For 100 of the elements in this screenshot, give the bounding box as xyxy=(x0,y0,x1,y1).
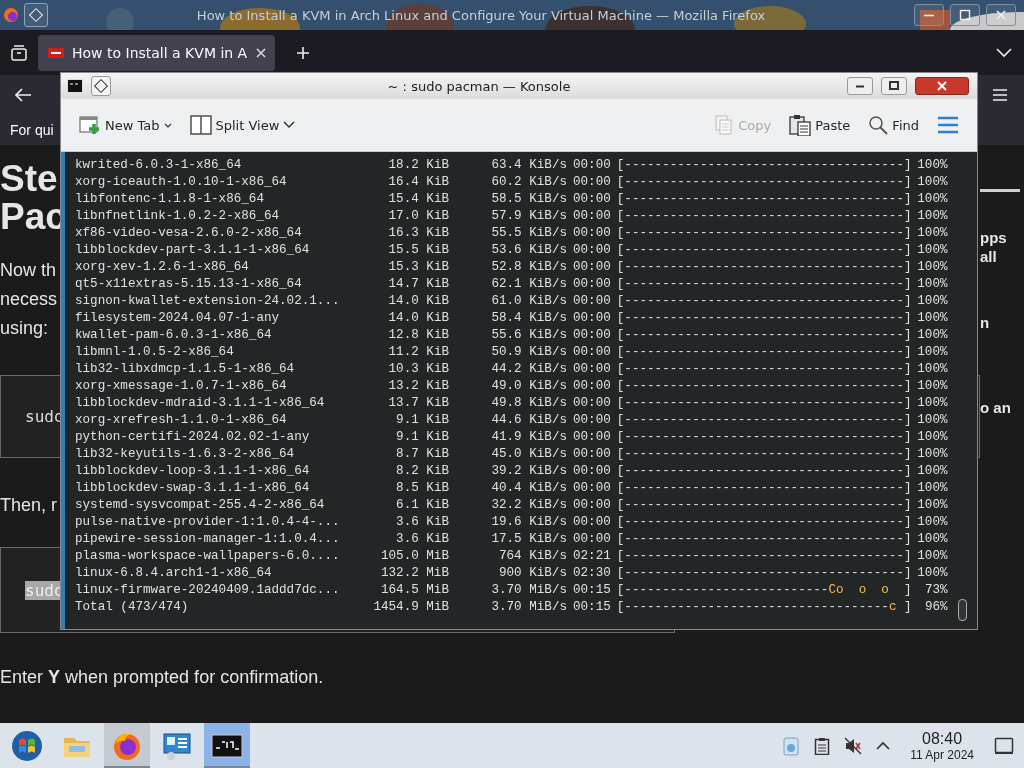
find-button[interactable]: Find xyxy=(866,112,921,138)
time-remaining: 00:00 xyxy=(573,480,611,497)
caret-up-icon[interactable] xyxy=(876,740,891,751)
progress-bar-text: [-------------------------------------] xyxy=(616,344,912,361)
download-size: 14.7 KiB xyxy=(387,276,449,293)
package-name: signon-kwallet-extension-24.02.1... xyxy=(75,293,341,310)
close-button[interactable] xyxy=(986,4,1016,26)
caret-icon xyxy=(163,122,172,128)
pin-button[interactable] xyxy=(24,3,48,27)
close-icon[interactable] xyxy=(255,46,268,59)
taskbar-button[interactable] xyxy=(204,723,250,768)
percent-text: 100% xyxy=(916,429,948,446)
plus-icon xyxy=(296,45,311,60)
time-remaining: 00:00 xyxy=(573,327,611,344)
package-name: qt5-x11extras-5.15.13-1-x86_64 xyxy=(75,276,303,293)
pin-button[interactable] xyxy=(91,76,111,96)
minimize-button[interactable] xyxy=(847,77,873,95)
paste-icon xyxy=(789,114,812,136)
paste-button[interactable]: Paste xyxy=(787,111,853,139)
percent-text: 100% xyxy=(916,480,948,497)
chevron-down-icon[interactable] xyxy=(996,47,1012,58)
chevron-down-icon xyxy=(283,121,296,129)
download-rate: 3.70 MiB/s xyxy=(490,582,567,599)
progress-bar-text: [-------------------------------------] xyxy=(616,531,912,548)
start-orb-icon[interactable] xyxy=(11,729,43,762)
sidebar-text[interactable]: all xyxy=(980,247,997,266)
time-remaining: 00:00 xyxy=(573,310,611,327)
split-view-button[interactable]: Split View xyxy=(187,112,298,138)
percent-text: 100% xyxy=(916,259,948,276)
time-remaining: 00:00 xyxy=(573,412,611,429)
download-size: 16.3 KiB xyxy=(387,225,449,242)
menu-icon[interactable] xyxy=(992,88,1008,102)
tab-list-icon[interactable] xyxy=(10,43,28,62)
download-size: 14.0 KiB xyxy=(387,310,449,327)
progress-bar-text: [-------------------------------------] xyxy=(616,293,912,310)
time-remaining: 00:00 xyxy=(573,344,611,361)
browser-tab[interactable]: How to Install a KVM in A xyxy=(38,34,276,71)
percent-text: 100% xyxy=(916,548,948,565)
bookmark-text[interactable]: For qui xyxy=(10,122,54,138)
close-button[interactable] xyxy=(915,77,969,95)
percent-text: 100% xyxy=(916,531,948,548)
download-size: 8.2 KiB xyxy=(395,463,449,480)
paragraph-text: Enter Y when prompted for confirmation. xyxy=(0,667,324,688)
search-icon xyxy=(868,115,889,135)
download-rate: 900 KiB/s xyxy=(497,565,567,582)
maximize-button[interactable] xyxy=(950,4,980,26)
time-remaining: 00:00 xyxy=(573,497,611,514)
download-size: 164.5 MiB xyxy=(379,582,449,599)
back-arrow-icon[interactable] xyxy=(14,87,32,103)
percent-text: 100% xyxy=(916,344,948,361)
progress-bar-text: [-------------------------------------] xyxy=(616,429,912,446)
clock-date[interactable]: 11 Apr 2024 xyxy=(910,747,974,762)
new-tab-button[interactable]: New Tab xyxy=(77,111,174,139)
download-rate: 45.0 KiB/s xyxy=(490,446,567,463)
clipboard-icon[interactable] xyxy=(814,736,831,755)
download-rate: 58.4 KiB/s xyxy=(490,310,567,327)
download-rate: 49.8 KiB/s xyxy=(490,395,567,412)
package-name: pipewire-session-manager-1:1.0.4... xyxy=(75,531,341,548)
show-desktop-icon[interactable] xyxy=(994,736,1014,755)
download-rate: 17.5 KiB/s xyxy=(490,531,567,548)
package-name: plasma-workspace-wallpapers-6.0.... xyxy=(75,548,341,565)
paragraph-text: using: xyxy=(0,317,49,340)
time-remaining: 00:00 xyxy=(573,463,611,480)
time-remaining: 00:00 xyxy=(573,242,611,259)
progress-bar-text: [---------------------------Co o o ] xyxy=(616,582,912,599)
percent-text: 100% xyxy=(916,463,948,480)
download-rate: 61.0 KiB/s xyxy=(490,293,567,310)
clock-time[interactable]: 08:40 xyxy=(922,729,963,748)
download-size: 9.1 KiB xyxy=(395,429,449,446)
sidebar-text[interactable]: n xyxy=(980,313,990,332)
maximize-button[interactable] xyxy=(881,77,907,95)
sidebar-text[interactable]: o an xyxy=(980,398,1011,417)
paragraph-text: Then, r xyxy=(0,494,58,516)
time-remaining: 00:00 xyxy=(573,191,611,208)
download-rate: 32.2 KiB/s xyxy=(490,497,567,514)
download-size: 17.0 KiB xyxy=(387,208,449,225)
percent-text: 100% xyxy=(916,497,948,514)
percent-text: 100% xyxy=(916,395,948,412)
minimize-icon xyxy=(923,13,935,17)
percent-text: 100% xyxy=(916,276,948,293)
progress-bar-text: [-------------------------------------] xyxy=(616,446,912,463)
progress-bar-text: [-------------------------------------] xyxy=(616,361,912,378)
muted-speaker-icon[interactable] xyxy=(844,736,863,755)
download-rate: 53.6 KiB/s xyxy=(490,242,567,259)
package-name: libnfnetlink-1.0.2-2-x86_64 xyxy=(75,208,281,225)
scrollbar-handle[interactable] xyxy=(958,599,967,621)
progress-bar-text: [-------------------------------------] xyxy=(616,259,912,276)
download-size: 18.2 KiB xyxy=(387,157,449,174)
terminal-icon[interactable] xyxy=(67,79,83,93)
download-size: 9.1 KiB xyxy=(395,412,449,429)
sidebar-text[interactable]: pps xyxy=(980,228,1007,247)
download-size: 1454.9 MiB xyxy=(373,599,449,616)
heading-text: Ste xyxy=(0,160,58,198)
percent-text: 100% xyxy=(916,293,948,310)
package-name: Total (473/474) xyxy=(75,599,190,616)
package-name: lib32-libxdmcp-1.1.5-1-x86_64 xyxy=(75,361,296,378)
package-name: libblockdev-swap-3.1.1-1-x86_64 xyxy=(75,480,311,497)
package-name: libblockdev-part-3.1.1-1-x86_64 xyxy=(75,242,311,259)
package-name: libfontenc-1.1.8-1-x86_64 xyxy=(75,191,265,208)
maximize-icon xyxy=(888,80,900,92)
